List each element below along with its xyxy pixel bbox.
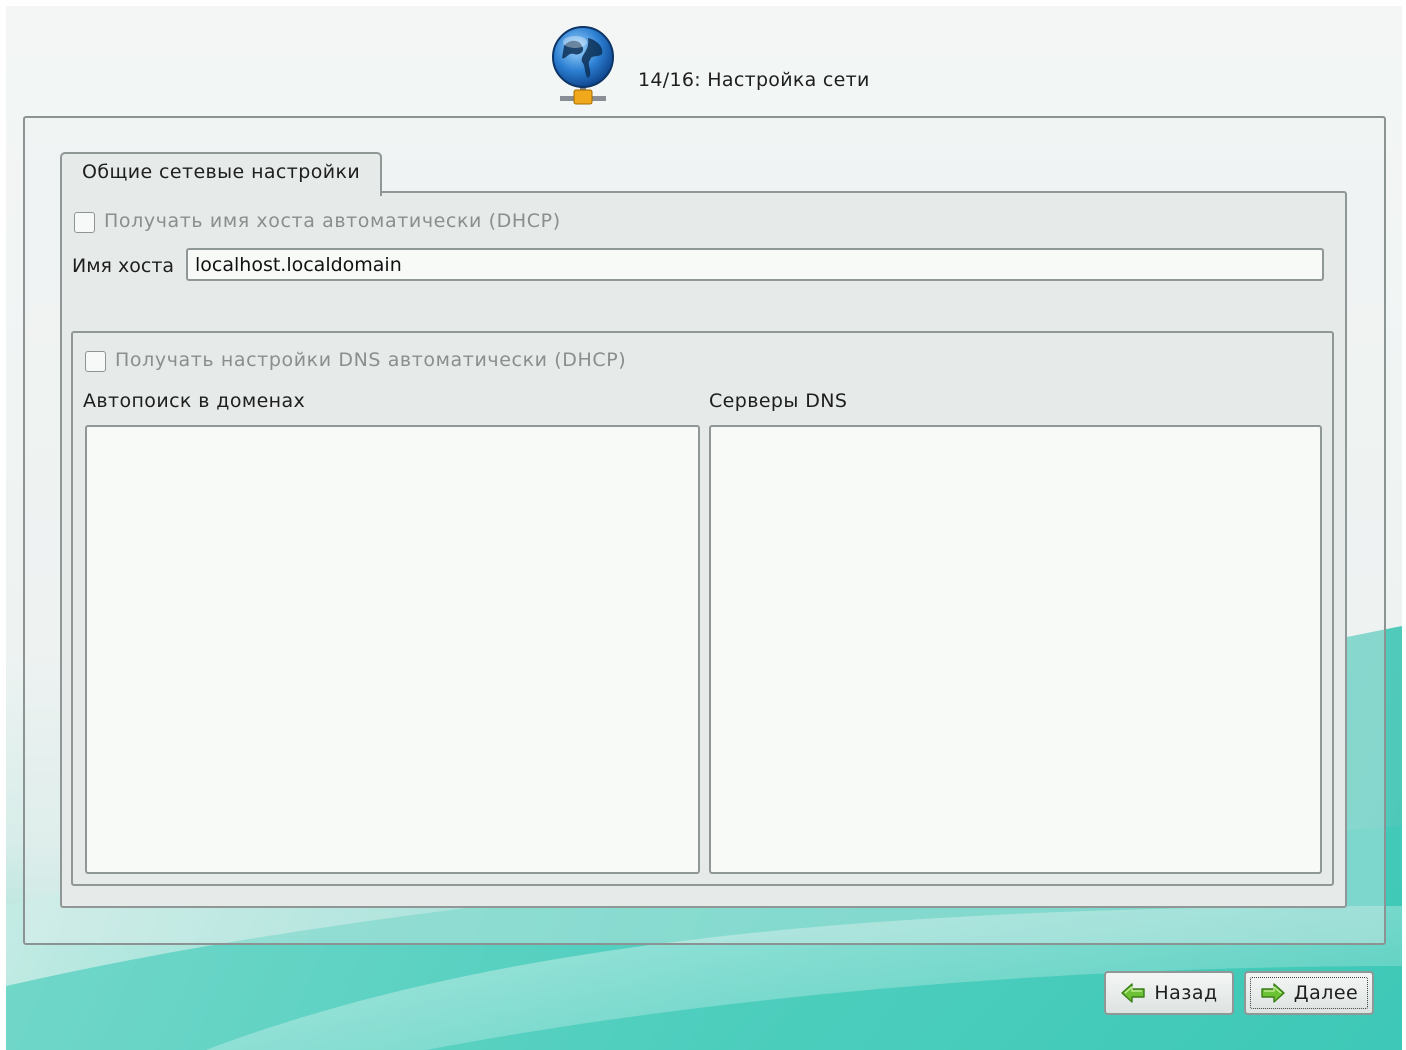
dns-servers-list[interactable] (709, 425, 1322, 874)
back-button[interactable]: Назад (1104, 971, 1234, 1015)
dns-settings-group: Получать настройки DNS автоматически (DH… (71, 331, 1334, 886)
hostname-label: Имя хоста (72, 255, 175, 277)
arrow-left-icon (1121, 983, 1146, 1003)
tab-general-network-settings[interactable]: Общие сетевые настройки (60, 152, 382, 196)
tab-panel-general: Получать имя хоста автоматически (DHCP) … (60, 191, 1347, 908)
search-domains-list[interactable] (85, 425, 700, 874)
tab-label: Общие сетевые настройки (82, 161, 361, 183)
back-button-label: Назад (1154, 982, 1218, 1004)
dns-dhcp-label: Получать настройки DNS автоматически (DH… (115, 349, 627, 371)
hostname-dhcp-label: Получать имя хоста автоматически (DHCP) (104, 210, 561, 232)
arrow-right-icon (1261, 983, 1285, 1003)
next-button-label: Далее (1293, 982, 1359, 1004)
next-button[interactable]: Далее (1244, 971, 1374, 1015)
dns-servers-label: Серверы DNS (709, 390, 848, 412)
search-domains-label: Автопоиск в доменах (83, 390, 306, 412)
hostname-dhcp-checkbox[interactable] (74, 212, 95, 233)
dns-dhcp-checkbox[interactable] (85, 351, 106, 372)
hostname-input[interactable] (186, 248, 1324, 281)
network-globe-icon (552, 26, 614, 105)
installer-window: 14/16: Настройка сети Общие сетевые наст… (6, 6, 1402, 1050)
page-title: 14/16: Настройка сети (638, 69, 870, 91)
